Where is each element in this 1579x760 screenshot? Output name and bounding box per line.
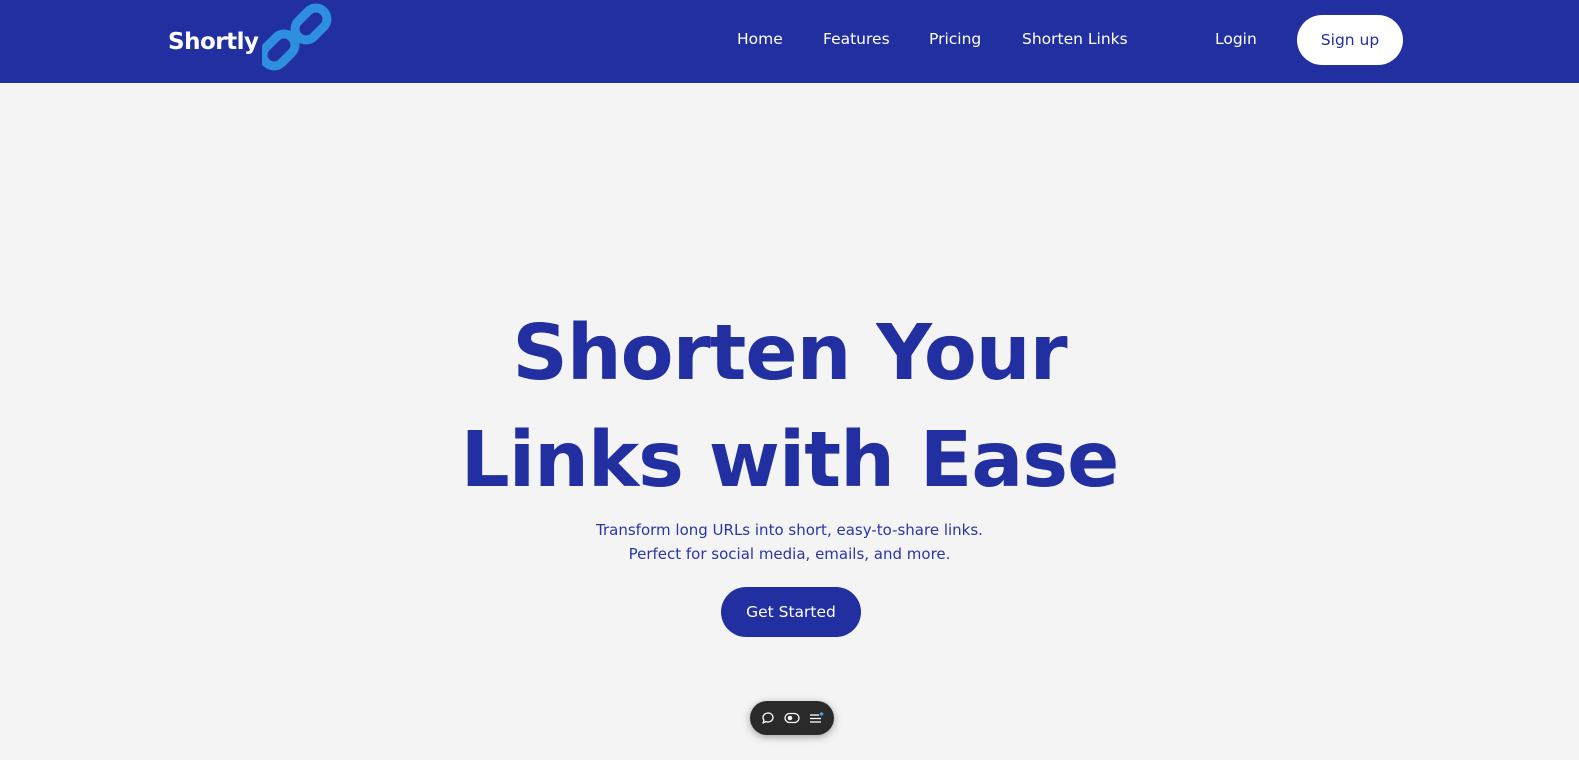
hero-title: Shorten Your Links with Ease [0, 300, 1579, 514]
hero-title-line-1: Shorten Your [512, 309, 1067, 398]
nav-shorten-links[interactable]: Shorten Links [1022, 30, 1128, 48]
top-navbar: Shortly Home Features Pricing Shorten Li… [0, 0, 1579, 83]
signup-button[interactable]: Sign up [1297, 15, 1403, 65]
login-link[interactable]: Login [1215, 30, 1257, 48]
floating-toolbar [750, 701, 834, 735]
brand-link[interactable]: Shortly [168, 3, 332, 71]
brand-name: Shortly [168, 29, 259, 55]
menu-icon[interactable] [806, 708, 826, 728]
nav-pricing[interactable]: Pricing [929, 30, 981, 48]
hero-subtitle-line-2: Perfect for social media, emails, and mo… [628, 545, 951, 563]
toggle-visibility-icon[interactable] [782, 708, 802, 728]
nav-features[interactable]: Features [823, 30, 890, 48]
chain-link-icon [259, 2, 332, 76]
get-started-button[interactable]: Get Started [721, 587, 861, 637]
hero-title-line-2: Links with Ease [460, 416, 1120, 505]
nav-home[interactable]: Home [737, 30, 783, 48]
hero-subtitle-line-1: Transform long URLs into short, easy-to-… [596, 521, 983, 539]
comment-icon[interactable] [758, 708, 778, 728]
